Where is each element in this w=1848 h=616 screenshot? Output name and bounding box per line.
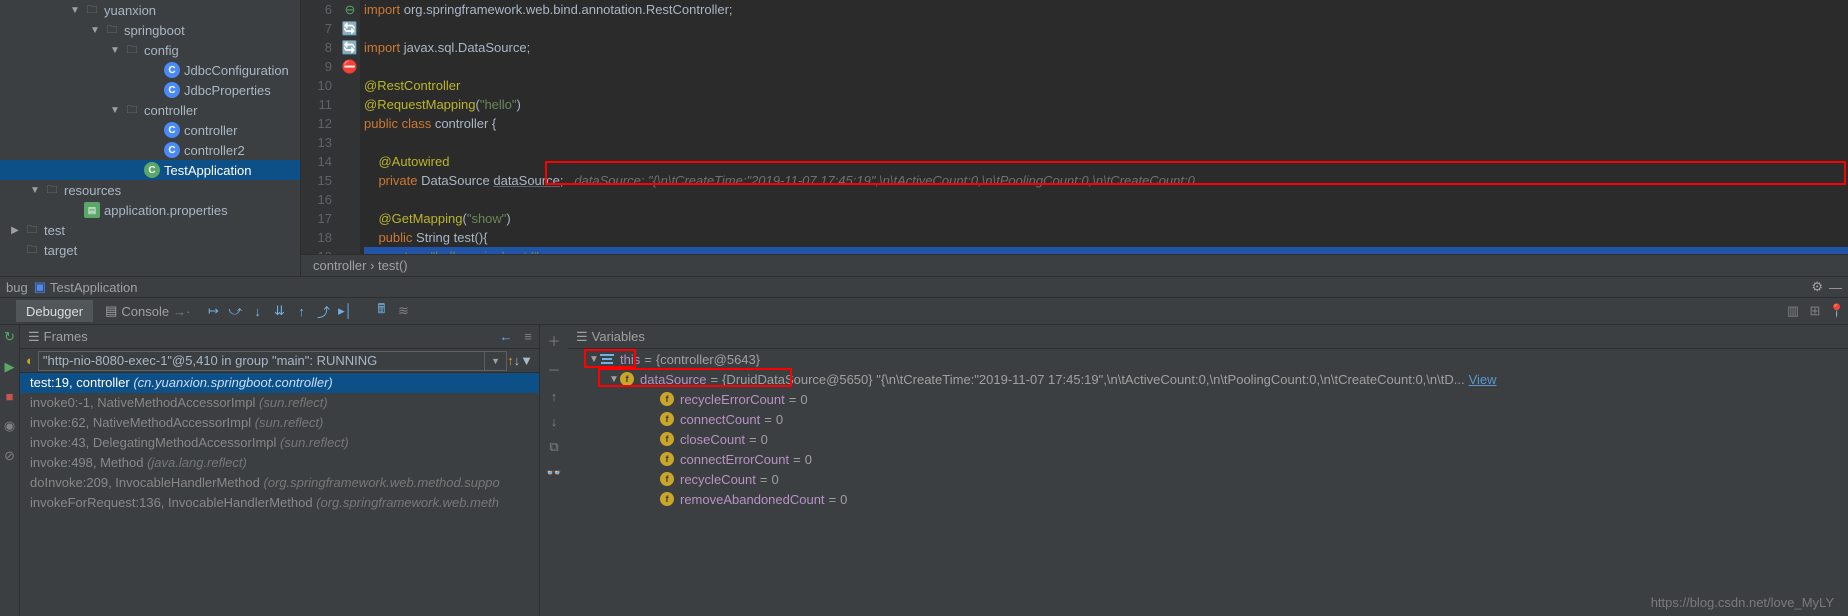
watch-up-icon[interactable]: ↑	[551, 389, 558, 404]
evaluate-expression-icon[interactable]: 🖩	[370, 300, 392, 322]
drop-frame-icon[interactable]: ⤴	[312, 300, 334, 322]
frames-title: ☰	[28, 329, 40, 345]
variable-row[interactable]: fremoveAbandonedCount = 0	[568, 489, 1848, 509]
tree-item-controller[interactable]: Ccontroller	[0, 120, 300, 140]
stack-frame[interactable]: invoke:62, NativeMethodAccessorImpl (sun…	[20, 413, 539, 433]
variable-row[interactable]: ▼fdataSource = {DruidDataSource@5650} "{…	[568, 369, 1848, 389]
tree-item-jdbcproperties[interactable]: CJdbcProperties	[0, 80, 300, 100]
mute-breakpoints-icon[interactable]: ⊘	[4, 448, 15, 464]
force-step-into-icon[interactable]: ⇊	[268, 300, 290, 322]
thread-selector[interactable]: "http-nio-8080-exec-1"@5,410 in group "m…	[38, 351, 485, 371]
variable-row[interactable]: frecycleCount = 0	[568, 469, 1848, 489]
code-editor[interactable]: 678910111213141516171819 ⊖🔄🔄⛔ import org…	[301, 0, 1848, 276]
restore-layout-icon[interactable]: ⊞	[1804, 300, 1826, 322]
variable-row[interactable]: fcloseCount = 0	[568, 429, 1848, 449]
debug-side-toolbar: ↻ ▶ ■ ◉ ⊘	[0, 325, 20, 616]
tree-item-controller[interactable]: ▼🗀controller	[0, 100, 300, 120]
tree-item-testapplication[interactable]: CTestApplication	[0, 160, 300, 180]
remove-watch-icon[interactable]: －	[547, 360, 560, 379]
tree-item-controller2[interactable]: Ccontroller2	[0, 140, 300, 160]
view-breakpoints-icon[interactable]: ◉	[4, 418, 15, 434]
resume-icon[interactable]: ▶	[5, 359, 15, 375]
step-into-icon[interactable]: ↓	[246, 300, 268, 322]
thread-state-icon: ◐	[26, 353, 34, 368]
tab-debugger[interactable]: Debugger	[16, 300, 93, 322]
stop-icon[interactable]: ■	[6, 389, 14, 404]
variables-tree[interactable]: ▼this = {controller@5643}▼fdataSource = …	[568, 349, 1848, 616]
debug-run-config-name: TestApplication	[50, 280, 137, 295]
project-tree[interactable]: ▼🗀yuanxion▼🗀springboot▼🗀configCJdbcConfi…	[0, 0, 301, 276]
tree-item-jdbcconfiguration[interactable]: CJdbcConfiguration	[0, 60, 300, 80]
tree-item-target[interactable]: 🗀target	[0, 240, 300, 260]
minimize-icon[interactable]: —	[1829, 280, 1842, 295]
run-to-cursor-icon[interactable]: ▸│	[334, 300, 356, 322]
debug-label: bug	[6, 280, 28, 295]
stack-frame[interactable]: doInvoke:209, InvocableHandlerMethod (or…	[20, 473, 539, 493]
variable-row[interactable]: ▼this = {controller@5643}	[568, 349, 1848, 369]
breadcrumbs[interactable]: controller › test()	[301, 254, 1848, 276]
debug-toolbar: Debugger ▤ Console →· ↦ ⤻ ↓ ⇊ ↑ ⤴ ▸│ 🖩 ≋…	[0, 298, 1848, 325]
variables-pane: ☰ Variables ▼this = {controller@5643}▼fd…	[568, 325, 1848, 616]
code-area[interactable]: import org.springframework.web.bind.anno…	[360, 0, 1848, 276]
rerun-icon[interactable]: ↻	[4, 329, 15, 345]
tree-item-application-properties[interactable]: ▤application.properties	[0, 200, 300, 220]
trace-icon[interactable]: ≋	[392, 300, 414, 322]
add-watch-icon[interactable]: ＋	[547, 331, 560, 350]
show-watches-icon[interactable]: 👓	[546, 465, 562, 481]
tree-item-config[interactable]: ▼🗀config	[0, 40, 300, 60]
step-over-icon[interactable]: ⤻	[224, 300, 246, 322]
prev-frame-icon[interactable]: ←	[495, 329, 517, 344]
variable-row[interactable]: frecycleErrorCount = 0	[568, 389, 1848, 409]
variable-row[interactable]: fconnectCount = 0	[568, 409, 1848, 429]
layout-icon[interactable]: ▥	[1782, 300, 1804, 322]
variables-side-toolbar: ＋ － ↑ ↓ ⧉ 👓	[540, 325, 568, 616]
stack-frame[interactable]: invoke0:-1, NativeMethodAccessorImpl (su…	[20, 393, 539, 413]
variable-row[interactable]: fconnectErrorCount = 0	[568, 449, 1848, 469]
run-config-icon: ▣	[34, 279, 46, 295]
frames-list[interactable]: test:19, controller (cn.yuanxion.springb…	[20, 373, 539, 616]
gear-icon[interactable]: ⚙	[1811, 279, 1823, 295]
thread-dropdown-icon[interactable]: ≡	[517, 329, 539, 344]
watch-down-icon[interactable]: ↓	[551, 414, 558, 429]
tree-item-resources[interactable]: ▼🗀resources	[0, 180, 300, 200]
debug-toolwindow-header[interactable]: bug ▣ TestApplication ⚙ —	[0, 276, 1848, 298]
stack-frame[interactable]: invoke:43, DelegatingMethodAccessorImpl …	[20, 433, 539, 453]
stack-frame[interactable]: invoke:498, Method (java.lang.reflect)	[20, 453, 539, 473]
pin-icon[interactable]: 📍	[1826, 300, 1848, 322]
gutter-line-numbers: 678910111213141516171819	[301, 0, 340, 276]
copy-watch-icon[interactable]: ⧉	[549, 439, 558, 455]
stack-frame[interactable]: test:19, controller (cn.yuanxion.springb…	[20, 373, 539, 393]
tree-item-test[interactable]: ▶🗀test	[0, 220, 300, 240]
stack-frame[interactable]: invokeForRequest:136, InvocableHandlerMe…	[20, 493, 539, 513]
tree-item-yuanxion[interactable]: ▼🗀yuanxion	[0, 0, 300, 20]
step-out-icon[interactable]: ↑	[290, 300, 312, 322]
tab-console[interactable]: ▤ Console →·	[95, 300, 200, 322]
console-icon: ▤	[105, 303, 117, 319]
thread-dropdown-button[interactable]: ▼	[485, 351, 507, 371]
show-execution-point-icon[interactable]: ↦	[202, 300, 224, 322]
filter-icon[interactable]: ▼	[520, 353, 533, 368]
frames-pane: ☰ Frames ← ≡ ◐ "http-nio-8080-exec-1"@5,…	[20, 325, 540, 616]
gutter-icons: ⊖🔄🔄⛔	[340, 0, 360, 276]
tree-item-springboot[interactable]: ▼🗀springboot	[0, 20, 300, 40]
